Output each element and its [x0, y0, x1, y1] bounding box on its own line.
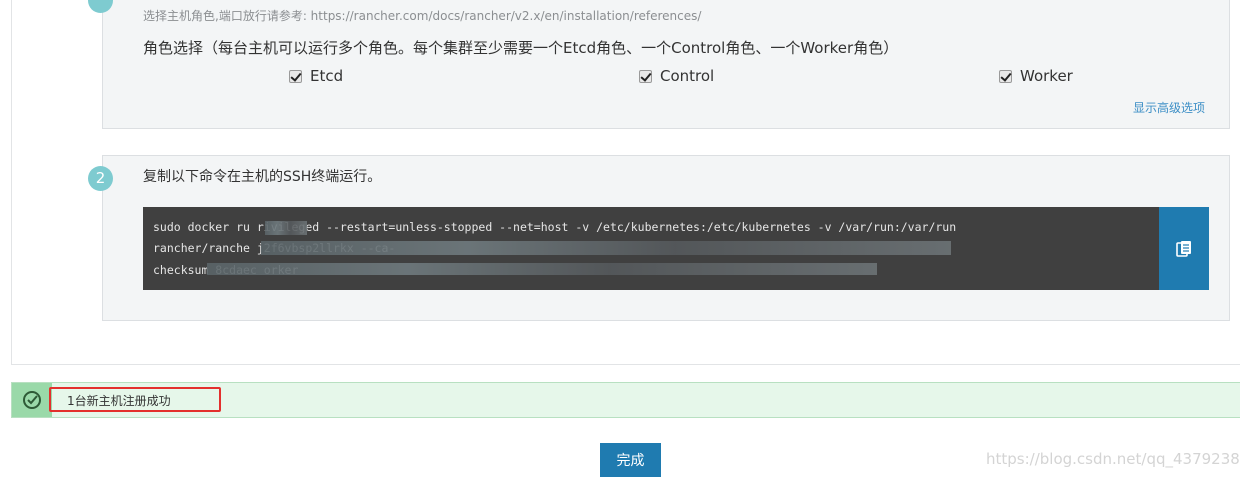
check-circle-icon [23, 391, 41, 409]
done-button[interactable]: 完成 [600, 443, 661, 477]
role-worker[interactable]: Worker [999, 67, 1073, 85]
copy-command-title: 复制以下命令在主机的SSH终端运行。 [143, 169, 382, 185]
roles-title: 角色选择（每台主机可以运行多个角色。每个集群至少需要一个Etcd角色、一个Con… [143, 39, 899, 57]
etcd-checkbox[interactable] [289, 69, 302, 83]
etcd-label: Etcd [310, 67, 344, 85]
watermark: https://blog.csdn.net/qq_43792385 [986, 450, 1240, 468]
success-icon-cell [12, 383, 52, 417]
ports-hint: 选择主机角色,端口放行请参考: https://rancher.com/docs… [143, 9, 702, 23]
redacted-region [265, 221, 307, 235]
copy-to-clipboard-button[interactable] [1159, 207, 1209, 290]
redacted-region [261, 241, 951, 255]
worker-checkbox[interactable] [999, 69, 1012, 83]
worker-label: Worker [1020, 67, 1073, 85]
step-2-badge: 2 [88, 166, 113, 191]
show-advanced-options-link[interactable]: 显示高级选项 [1133, 99, 1205, 116]
annotation-highlight-box [49, 387, 221, 412]
role-control[interactable]: Control [639, 67, 714, 85]
registration-command-box[interactable]: sudo docker ru rivileged --restart=unles… [143, 207, 1159, 290]
role-etcd[interactable]: Etcd [289, 67, 343, 85]
control-label: Control [660, 67, 715, 85]
control-checkbox[interactable] [639, 69, 652, 83]
redacted-region [207, 263, 877, 275]
clipboard-icon [1176, 240, 1191, 257]
